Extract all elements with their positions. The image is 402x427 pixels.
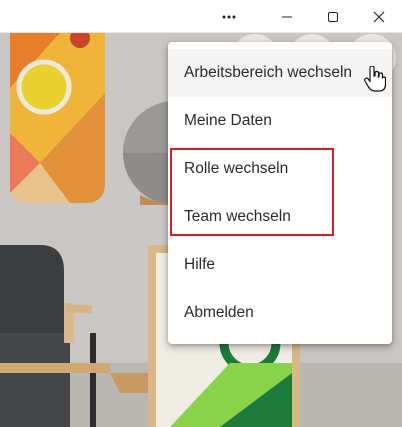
maximize-icon bbox=[328, 11, 338, 22]
window-titlebar bbox=[0, 0, 402, 33]
menu-item-logout[interactable]: Abmelden bbox=[168, 289, 392, 337]
hand-pointer-icon bbox=[364, 66, 386, 92]
menu-item-label: Hilfe bbox=[184, 256, 216, 273]
menu-item-switch-workspace[interactable]: Arbeitsbereich wechseln bbox=[168, 49, 392, 97]
menu-item-switch-team[interactable]: Team wechseln bbox=[168, 193, 392, 241]
close-icon bbox=[373, 11, 385, 22]
more-options-button[interactable] bbox=[206, 0, 252, 33]
minimize-icon bbox=[282, 16, 292, 17]
close-window-button[interactable] bbox=[356, 0, 402, 33]
skateboard-deck-art bbox=[10, 33, 105, 203]
more-horizontal-icon bbox=[222, 15, 236, 18]
menu-item-label: Abmelden bbox=[184, 304, 254, 321]
menu-item-my-data[interactable]: Meine Daten bbox=[168, 97, 392, 145]
menu-item-switch-role[interactable]: Rolle wechseln bbox=[168, 145, 392, 193]
minimize-button[interactable] bbox=[264, 0, 310, 33]
maximize-button[interactable] bbox=[310, 0, 356, 33]
menu-item-label: Meine Daten bbox=[184, 112, 272, 129]
menu-item-help[interactable]: Hilfe bbox=[168, 241, 392, 289]
menu-item-label: Arbeitsbereich wechseln bbox=[184, 64, 353, 81]
account-menu: Arbeitsbereich wechseln Meine Daten Roll… bbox=[168, 42, 392, 344]
menu-item-label: Rolle wechseln bbox=[184, 160, 289, 177]
menu-item-label: Team wechseln bbox=[184, 208, 291, 225]
